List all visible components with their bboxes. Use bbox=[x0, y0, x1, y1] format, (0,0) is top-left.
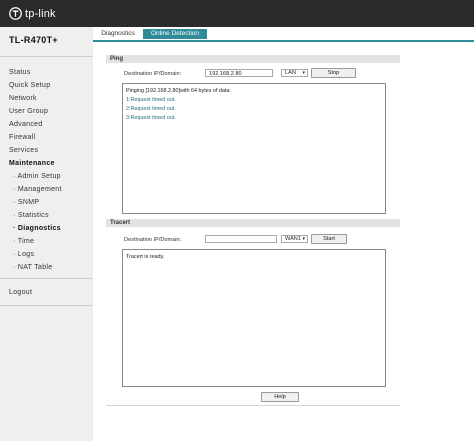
sidebar-item-quick-setup[interactable]: Quick Setup bbox=[9, 82, 50, 89]
tracert-dest-input[interactable] bbox=[205, 235, 277, 243]
tab-diagnostics[interactable]: Diagnostics bbox=[96, 29, 140, 39]
sidebar-item-network[interactable]: Network bbox=[9, 95, 37, 102]
device-model: TL-R470T+ bbox=[9, 35, 58, 45]
tracert-interface-value: WAN1 bbox=[285, 236, 301, 242]
ping-section-header: Ping bbox=[106, 55, 400, 63]
footer-divider bbox=[106, 405, 400, 406]
chevron-down-icon: ▾ bbox=[302, 70, 305, 76]
ping-output-line: 2:Request timed out. bbox=[126, 106, 176, 112]
sidebar-item-logout[interactable]: Logout bbox=[9, 289, 32, 296]
tracert-output-box: Tracert is ready. bbox=[122, 249, 386, 387]
ping-output-box: Pinging [192.168.2.80]with 64 bytes of d… bbox=[122, 83, 386, 214]
ping-stop-button[interactable]: Stop bbox=[311, 68, 356, 78]
ping-output-line: 1:Request timed out. bbox=[126, 97, 176, 103]
sidebar-item-user-group[interactable]: User Group bbox=[9, 108, 48, 115]
sidebar-item-status[interactable]: Status bbox=[9, 69, 31, 76]
ping-dest-label: Destination IP/Domain: bbox=[124, 71, 182, 77]
sidebar-item-services[interactable]: Services bbox=[9, 147, 38, 154]
sidebar-item-maintenance[interactable]: Maintenance bbox=[9, 160, 55, 167]
sidebar-item-admin-setup[interactable]: · Admin Setup bbox=[13, 173, 61, 180]
tab-bar: Diagnostics Online Detection bbox=[93, 27, 474, 41]
sidebar-item-firewall[interactable]: Firewall bbox=[9, 134, 36, 141]
tp-link-logo: tp-link bbox=[9, 6, 56, 21]
tracert-interface-select[interactable]: WAN1 ▾ bbox=[281, 235, 308, 243]
ping-interface-select[interactable]: LAN ▾ bbox=[281, 69, 308, 77]
help-button[interactable]: Help bbox=[261, 392, 299, 402]
tracert-output-line: Tracert is ready. bbox=[126, 254, 165, 260]
sidebar-item-advanced[interactable]: Advanced bbox=[9, 121, 43, 128]
ping-output-line: Pinging [192.168.2.80]with 64 bytes of d… bbox=[126, 88, 231, 94]
tracert-dest-label: Destination IP/Domain: bbox=[124, 237, 182, 243]
sidebar-item-time[interactable]: · Time bbox=[13, 238, 34, 245]
ping-interface-value: LAN bbox=[285, 70, 296, 76]
sidebar-item-snmp[interactable]: · SNMP bbox=[13, 199, 39, 206]
sidebar-item-statistics[interactable]: · Statistics bbox=[13, 212, 49, 219]
sidebar-divider bbox=[0, 278, 93, 279]
top-bar: tp-link bbox=[0, 0, 474, 27]
chevron-down-icon: ▾ bbox=[302, 236, 305, 242]
sidebar-item-nat-table[interactable]: · NAT Table bbox=[13, 264, 52, 271]
tab-underline bbox=[93, 40, 474, 42]
sidebar: TL-R470T+ Status Quick Setup Network Use… bbox=[0, 27, 93, 441]
sidebar-divider bbox=[0, 305, 93, 306]
ping-output-line: 3:Request timed out. bbox=[126, 115, 176, 121]
sidebar-item-diagnostics[interactable]: · Diagnostics bbox=[13, 225, 61, 232]
tp-link-logo-icon bbox=[9, 7, 22, 20]
ping-dest-input[interactable]: 192.168.2.80 bbox=[205, 69, 273, 77]
sidebar-item-logs[interactable]: · Logs bbox=[13, 251, 34, 258]
logo-text: tp-link bbox=[25, 7, 56, 20]
tracert-start-button[interactable]: Start bbox=[311, 234, 347, 244]
sidebar-item-management[interactable]: · Management bbox=[13, 186, 62, 193]
sidebar-divider bbox=[0, 56, 93, 57]
tracert-section-header: Tracert bbox=[106, 219, 400, 227]
tab-online-detection[interactable]: Online Detection bbox=[143, 29, 207, 39]
